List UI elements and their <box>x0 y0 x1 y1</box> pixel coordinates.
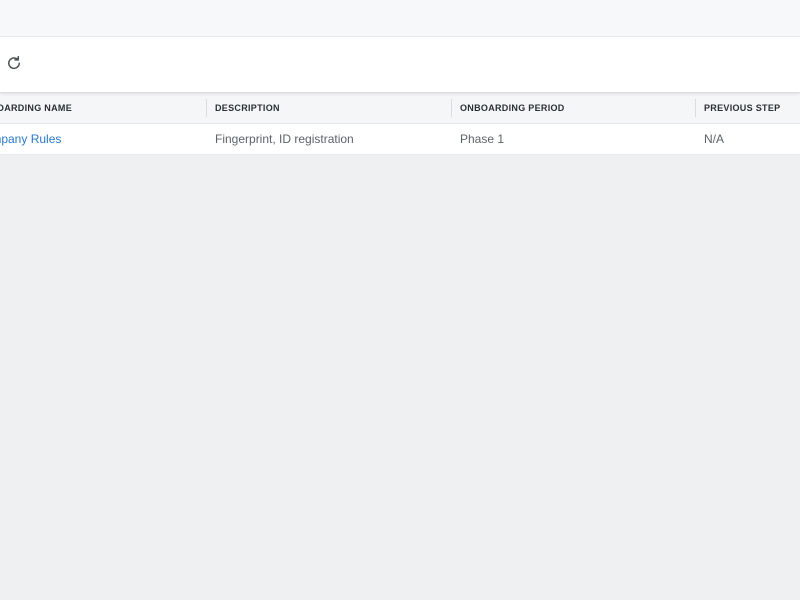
grid-toolbar <box>0 37 800 92</box>
refresh-icon <box>8 55 20 70</box>
cell-onboarding-name: Company Rules <box>0 124 204 154</box>
onboarding-grid: ONBOARDING NAME DESCRIPTION ONBOARDING P… <box>0 93 800 155</box>
column-divider[interactable] <box>206 99 207 117</box>
column-header-previous-step[interactable]: PREVIOUS STEP <box>704 93 800 123</box>
onboarding-name-link[interactable]: Company Rules <box>0 132 61 146</box>
column-divider[interactable] <box>451 99 452 117</box>
cell-onboarding-period: Phase 1 <box>460 132 505 146</box>
column-header-onboarding-name[interactable]: ONBOARDING NAME <box>0 93 204 123</box>
cell-description: Fingerprint, ID registration <box>215 132 354 146</box>
grid-header: ONBOARDING NAME DESCRIPTION ONBOARDING P… <box>0 93 800 124</box>
column-header-description[interactable]: DESCRIPTION <box>215 93 445 123</box>
top-bar <box>0 0 800 37</box>
refresh-button[interactable] <box>3 52 25 74</box>
column-divider[interactable] <box>695 99 696 117</box>
cell-previous-step: N/A <box>704 132 725 146</box>
column-header-onboarding-period[interactable]: ONBOARDING PERIOD <box>460 93 690 123</box>
table-row[interactable]: Company Rules Fingerprint, ID registrati… <box>0 124 800 155</box>
